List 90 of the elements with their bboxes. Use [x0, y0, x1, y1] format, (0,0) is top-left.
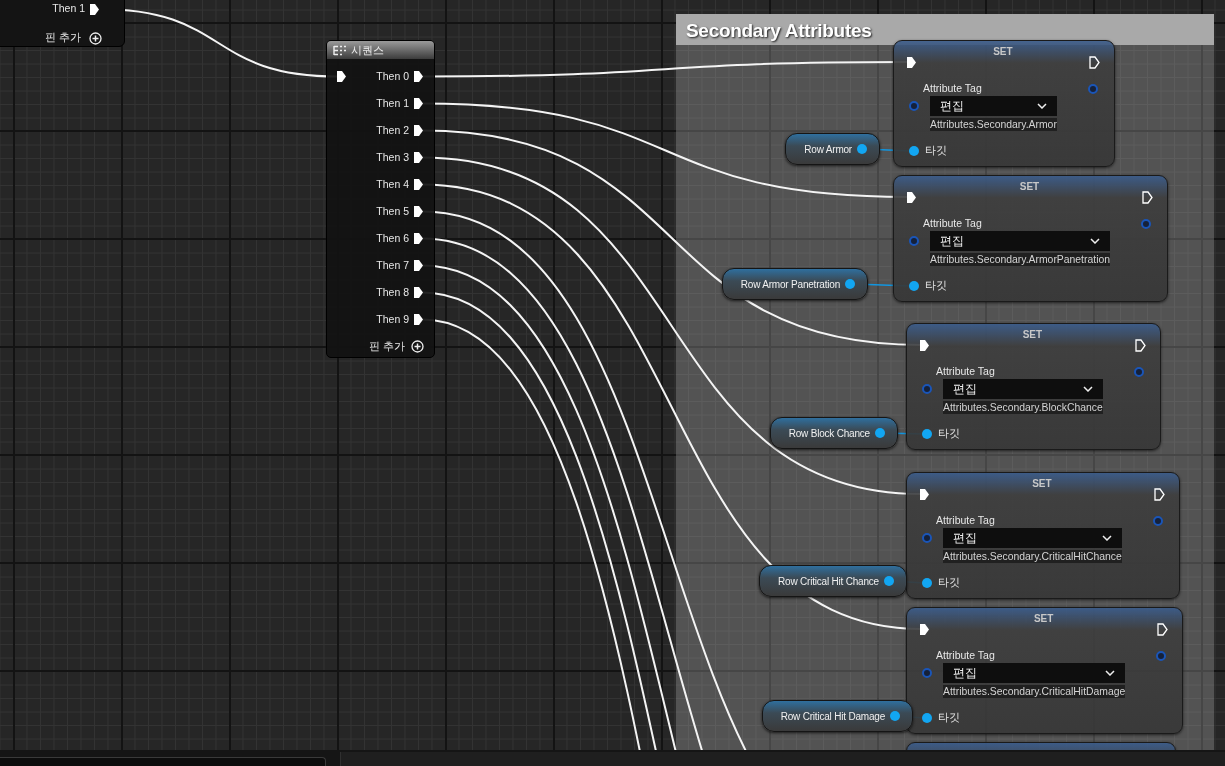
- data-pin-icon[interactable]: [922, 713, 932, 723]
- add-pin-label[interactable]: 핀 추가: [369, 338, 405, 355]
- pin-label: 타깃: [938, 575, 960, 591]
- add-icon[interactable]: [411, 340, 424, 353]
- data-pin-icon[interactable]: [922, 429, 932, 439]
- pin-label: Then 4: [376, 176, 409, 192]
- pin-label: Then 8: [376, 284, 409, 300]
- variable-label: Row Armor: [804, 142, 852, 157]
- sequence-icon: [333, 44, 347, 56]
- data-pin-icon[interactable]: [875, 428, 885, 438]
- variable-label: Row Critical Hit Damage: [780, 709, 885, 724]
- pin-label: 타깃: [938, 710, 960, 726]
- exec-pin-icon[interactable]: [906, 55, 917, 69]
- exec-pin-icon[interactable]: [1157, 622, 1169, 636]
- chevron-icon: [1090, 238, 1100, 244]
- data-pin-icon[interactable]: [857, 144, 867, 154]
- exec-pin-icon[interactable]: [413, 151, 424, 164]
- tag-dropdown[interactable]: 편집: [943, 528, 1122, 548]
- exec-pin-icon[interactable]: [413, 232, 424, 245]
- pin-label: 타깃: [925, 278, 947, 294]
- pin-label: Then 3: [376, 149, 409, 165]
- pin-label: Then 9: [376, 311, 409, 327]
- exec-pin-icon[interactable]: [89, 2, 100, 16]
- node-title: SET: [1032, 612, 1055, 625]
- data-pin-icon[interactable]: [845, 279, 855, 289]
- exec-pin-icon[interactable]: [336, 70, 347, 83]
- exec-pin-icon[interactable]: [1142, 190, 1153, 204]
- tag-value: Attributes.Secondary.Armor: [930, 118, 1057, 131]
- exec-pin-icon[interactable]: [413, 97, 424, 110]
- tag-dropdown[interactable]: 편집: [943, 663, 1126, 683]
- variable-node[interactable]: Row Armor: [785, 133, 880, 165]
- exec-pin-icon[interactable]: [413, 205, 424, 218]
- node-title: 시퀀스: [351, 42, 384, 58]
- data-pin-icon[interactable]: [884, 576, 894, 586]
- exec-pin-icon[interactable]: [413, 313, 424, 326]
- variable-label: Row Block Chance: [788, 426, 870, 441]
- tag-dropdown[interactable]: 편집: [930, 96, 1057, 116]
- variable-label: Row Critical Hit Chance: [778, 574, 879, 589]
- comment-title: Secondary Attributes: [686, 20, 872, 41]
- exec-pin-icon[interactable]: [919, 338, 930, 352]
- pin-label: Then 2: [376, 122, 409, 138]
- pin-label: Then 5: [376, 203, 409, 219]
- chevron-icon: [1082, 386, 1093, 392]
- pin-label: Attribute Tag: [923, 216, 982, 232]
- tag-value: Attributes.Secondary.CriticalHitDamage: [943, 685, 1126, 698]
- pin-label: Attribute Tag: [936, 648, 995, 664]
- add-pin-label[interactable]: 핀 추가: [45, 30, 81, 46]
- tag-dropdown[interactable]: 편집: [943, 379, 1103, 399]
- exec-pin-icon[interactable]: [413, 124, 424, 137]
- exec-pin-icon[interactable]: [906, 190, 917, 204]
- exec-pin-icon[interactable]: [1088, 55, 1100, 69]
- data-pin-icon[interactable]: [922, 578, 932, 588]
- add-icon[interactable]: [89, 31, 102, 45]
- tag-value: Attributes.Secondary.BlockChance: [943, 401, 1103, 414]
- variable-node[interactable]: Row Armor Panetration: [721, 268, 868, 300]
- chevron-icon: [1101, 535, 1112, 541]
- variable-node[interactable]: Row Critical Hit Damage: [761, 700, 913, 732]
- node-title: SET: [1021, 328, 1044, 341]
- exec-pin-icon[interactable]: [919, 622, 930, 636]
- pin-label: Then 0: [376, 68, 409, 84]
- variable-node[interactable]: Row Critical Hit Chance: [759, 565, 907, 597]
- pin-label: Then 1: [376, 95, 409, 111]
- variable-label: Row Armor Panetration: [740, 277, 840, 292]
- pin-label: Attribute Tag: [936, 364, 995, 380]
- tag-value: Attributes.Secondary.ArmorPanetration: [930, 253, 1110, 266]
- node-title: SET: [1031, 477, 1053, 490]
- tag-dropdown[interactable]: 편집: [930, 231, 1110, 251]
- exec-pin-icon[interactable]: [1134, 338, 1146, 352]
- node-title: SET: [1018, 180, 1041, 193]
- chevron-icon: [1036, 103, 1047, 109]
- variable-node[interactable]: Row Block Chance: [769, 417, 898, 449]
- pin-label: 타깃: [938, 426, 960, 442]
- pin-label: Attribute Tag: [923, 81, 982, 97]
- data-pin-icon[interactable]: [909, 146, 919, 156]
- exec-pin-icon[interactable]: [413, 178, 424, 191]
- pin-label: Then 6: [376, 230, 409, 246]
- exec-pin-icon[interactable]: [413, 70, 424, 83]
- pin-label: Then 7: [376, 257, 409, 273]
- exec-pin-icon[interactable]: [413, 286, 424, 299]
- pin-label: 타깃: [925, 143, 947, 159]
- exec-pin-icon[interactable]: [1153, 487, 1165, 501]
- pin-label: Then 1: [52, 1, 85, 17]
- tag-value: Attributes.Secondary.CriticalHitChance: [943, 550, 1122, 563]
- node-title: SET: [992, 45, 1014, 58]
- exec-pin-icon[interactable]: [413, 259, 424, 272]
- chevron-icon: [1105, 670, 1116, 676]
- data-pin-icon[interactable]: [909, 281, 919, 291]
- data-pin-icon[interactable]: [890, 711, 900, 721]
- exec-pin-icon[interactable]: [919, 487, 930, 501]
- pin-label: Attribute Tag: [936, 513, 995, 529]
